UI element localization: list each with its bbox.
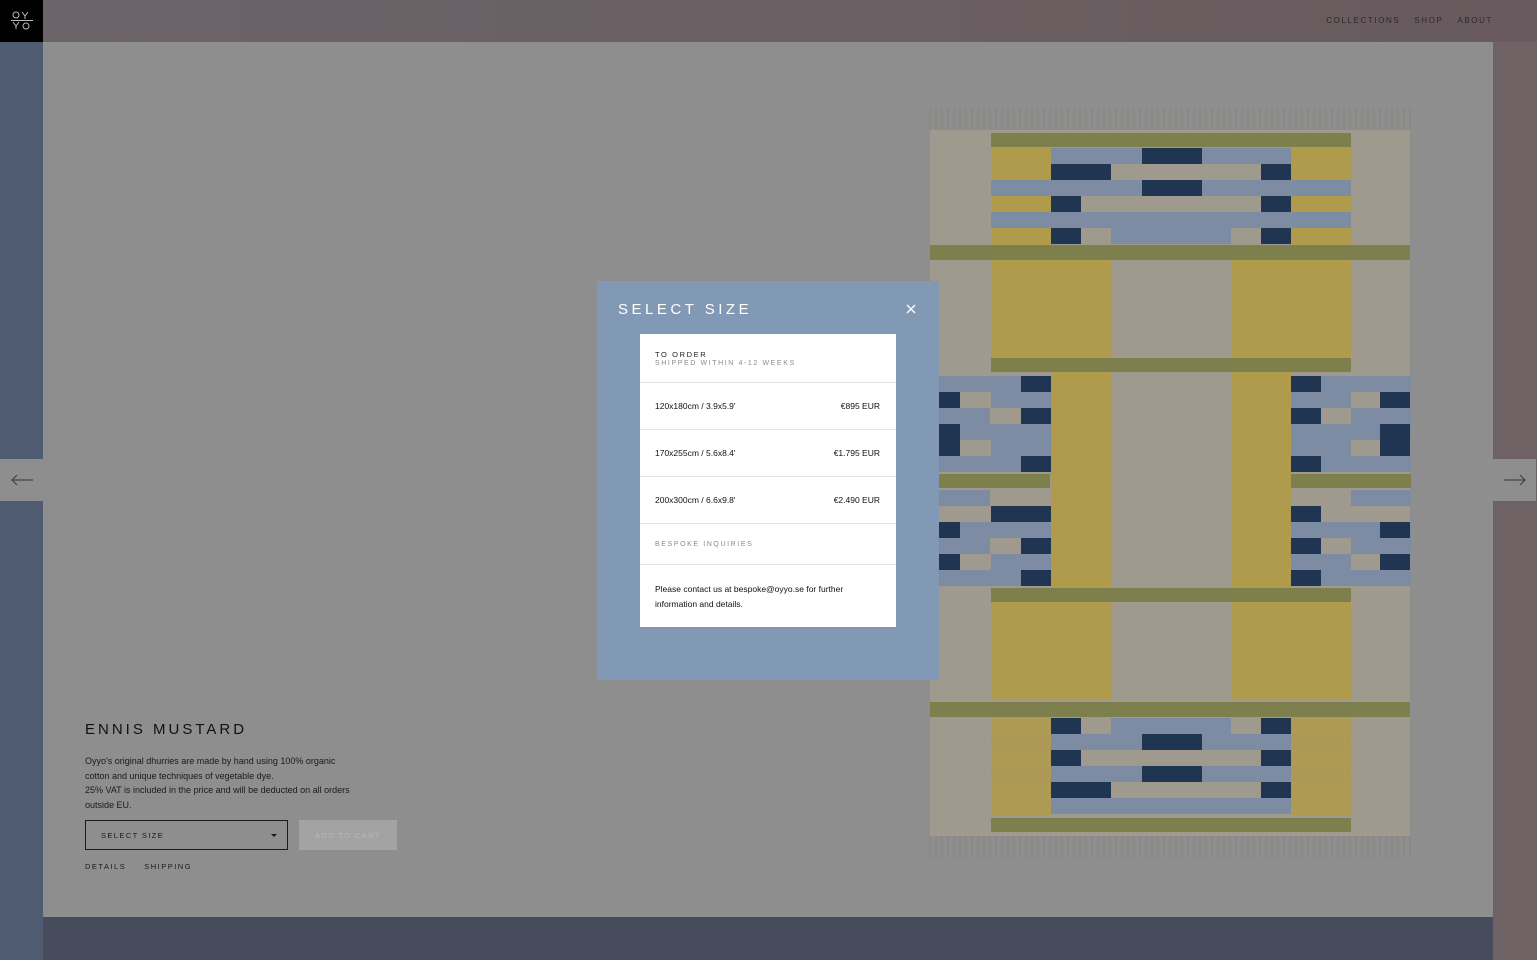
main-nav: COLLECTIONS SHOP ABOUT xyxy=(1326,16,1493,25)
size-option-dimensions: 200x300cm / 6.6x9.8' xyxy=(655,495,736,505)
close-icon xyxy=(906,304,916,314)
size-option-price: €2.490 EUR xyxy=(833,495,880,505)
size-select[interactable]: SELECT SIZE xyxy=(85,820,288,850)
order-heading: TO ORDER xyxy=(655,350,708,359)
arrow-left-icon xyxy=(10,474,33,486)
logo-mark-icon xyxy=(10,11,33,30)
select-size-modal: SELECT SIZE TO ORDER SHIPPED WITHIN 4-12… xyxy=(597,281,939,680)
size-option-dimensions: 170x255cm / 5.6x8.4' xyxy=(655,448,736,458)
shipping-link[interactable]: SHIPPING xyxy=(144,862,192,871)
close-button[interactable] xyxy=(903,301,919,317)
bespoke-header: BESPOKE INQUIRIES xyxy=(640,524,896,565)
rug-image xyxy=(929,108,1411,858)
order-subheading: SHIPPED WITHIN 4-12 WEEKS xyxy=(655,360,796,367)
size-option[interactable]: 120x180cm / 3.9x5.9' €895 EUR xyxy=(640,383,896,430)
product-title: ENNIS MUSTARD xyxy=(85,721,248,738)
bespoke-heading: BESPOKE INQUIRIES xyxy=(655,540,754,548)
nav-about[interactable]: ABOUT xyxy=(1457,16,1493,25)
vat-text: 25% VAT is included in the price and wil… xyxy=(85,785,350,810)
bespoke-contact-text: Please contact us at bespoke@oyyo.se for… xyxy=(655,584,844,609)
oyyo-logo[interactable] xyxy=(0,0,43,42)
size-option-dimensions: 120x180cm / 3.9x5.9' xyxy=(655,401,736,411)
size-option[interactable]: 200x300cm / 6.6x9.8' €2.490 EUR xyxy=(640,477,896,524)
modal-title: SELECT SIZE xyxy=(618,301,753,318)
left-band xyxy=(0,42,43,960)
order-header: TO ORDER SHIPPED WITHIN 4-12 WEEKS xyxy=(640,334,896,383)
size-option-price: €895 EUR xyxy=(840,401,880,411)
size-options-card: TO ORDER SHIPPED WITHIN 4-12 WEEKS 120x1… xyxy=(640,334,896,627)
top-bar xyxy=(0,0,1537,42)
arrow-right-icon xyxy=(1503,474,1526,486)
size-option-price: €1.795 EUR xyxy=(833,448,880,458)
product-description: Oyyo's original dhurries are made by han… xyxy=(85,754,355,812)
add-to-cart-button[interactable]: ADD TO CART xyxy=(299,820,397,850)
right-band xyxy=(1493,42,1537,960)
nav-collections[interactable]: COLLECTIONS xyxy=(1326,16,1400,25)
product-links: DETAILS SHIPPING xyxy=(85,862,192,871)
next-arrow-button[interactable] xyxy=(1493,459,1536,501)
size-option[interactable]: 170x255cm / 5.6x8.4' €1.795 EUR xyxy=(640,430,896,477)
details-link[interactable]: DETAILS xyxy=(85,862,126,871)
size-select-label: SELECT SIZE xyxy=(101,830,165,840)
nav-shop[interactable]: SHOP xyxy=(1414,16,1443,25)
caret-down-icon xyxy=(271,833,277,837)
bottom-band xyxy=(43,917,1493,960)
description-text: Oyyo's original dhurries are made by han… xyxy=(85,756,336,781)
prev-arrow-button[interactable] xyxy=(0,459,43,501)
